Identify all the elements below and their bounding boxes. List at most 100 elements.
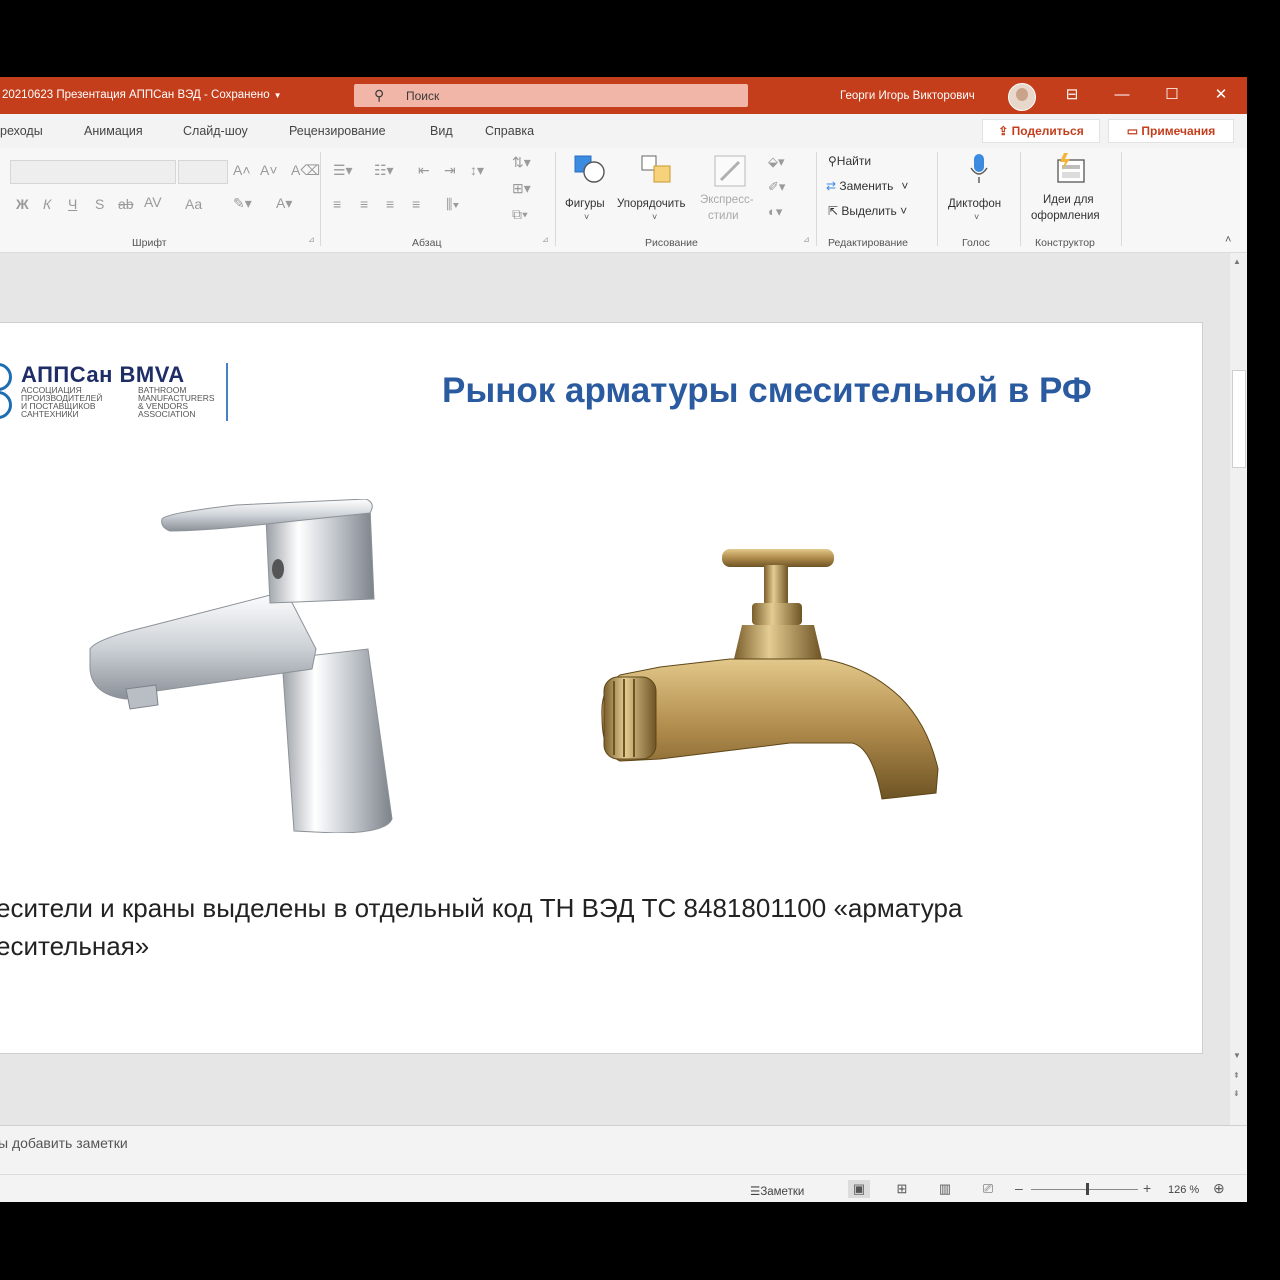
minimize-icon[interactable]: — [1110, 85, 1134, 105]
chevron-down-icon[interactable]: ˅ [974, 212, 979, 222]
previous-slide-icon[interactable]: ⇞ [1233, 1071, 1240, 1080]
notes-pane[interactable]: ы добавить заметки [0, 1125, 1247, 1175]
tab-animations[interactable]: Анимация [84, 124, 143, 138]
smartart-icon[interactable]: ⧉▾ [512, 206, 528, 223]
body-line: есители и краны выделены в отдельный код… [0, 893, 963, 923]
tab-view[interactable]: Вид [430, 124, 453, 138]
replace-button[interactable]: ⇄ Заменить ˅ [826, 179, 908, 193]
shape-effects-icon[interactable]: ◐▾ [768, 204, 782, 220]
scrollbar-thumb[interactable] [1232, 370, 1246, 468]
zoom-in-icon[interactable]: + [1143, 1180, 1151, 1196]
user-name[interactable]: Георги Игорь Викторович [840, 90, 975, 102]
slide-title[interactable]: Рынок арматуры смесительной в РФ [442, 371, 1092, 411]
columns-icon[interactable]: ⫼▾ [446, 196, 459, 213]
character-spacing-button[interactable]: AV [144, 194, 162, 210]
change-case-button[interactable]: Aa [185, 196, 202, 212]
tab-help[interactable]: Справка [485, 124, 534, 138]
collapse-ribbon-icon[interactable]: ˄ [1225, 234, 1231, 246]
shrink-font-icon[interactable]: A˅ [260, 162, 278, 178]
replace-label: Заменить [839, 179, 894, 193]
group-separator [816, 152, 817, 246]
slide-body-text[interactable]: есители и краны выделены в отдельный код… [0, 889, 1176, 965]
text-direction-icon[interactable]: ⇅▾ [512, 154, 531, 171]
share-button[interactable]: ⇪ Поделиться [982, 119, 1100, 143]
arrange-icon[interactable] [640, 154, 674, 186]
logo-mark [0, 363, 12, 391]
reading-view-icon[interactable]: ▥ [934, 1180, 956, 1198]
design-ideas-label-line2[interactable]: оформления [1031, 210, 1100, 222]
scroll-up-icon[interactable]: ▲ [1233, 257, 1241, 266]
ribbon-display-options-icon[interactable]: ⊟ [1060, 85, 1084, 105]
decrease-indent-icon[interactable]: ⇤ [418, 162, 430, 179]
strikethrough-button[interactable]: ab [118, 196, 134, 212]
highlight-icon[interactable]: ✎▾ [233, 195, 252, 212]
shadow-button[interactable]: S [95, 196, 104, 212]
next-slide-icon[interactable]: ⇟ [1233, 1089, 1240, 1098]
shape-outline-icon[interactable]: ✐▾ [768, 179, 785, 195]
zoom-out-icon[interactable]: – [1015, 1180, 1023, 1196]
vertical-scrollbar[interactable]: ▲ ▼ ⇞ ⇟ [1230, 253, 1247, 1125]
grow-font-icon[interactable]: A˄ [233, 162, 251, 178]
tab-slideshow[interactable]: Слайд-шоу [183, 124, 248, 138]
align-text-icon[interactable]: ⊞▾ [512, 180, 531, 197]
chevron-down-icon[interactable]: ˅ [584, 212, 589, 222]
zoom-slider[interactable] [1031, 1189, 1138, 1190]
dialog-launcher-icon[interactable]: ⊿ [542, 235, 549, 244]
arrange-label[interactable]: Упорядочить [617, 198, 685, 210]
select-button[interactable]: ⇱ Выделить ˅ [828, 204, 907, 218]
document-title[interactable]: 20210623 Презентация АППСан ВЭД - Сохран… [2, 89, 282, 101]
justify-icon[interactable]: ≡ [412, 196, 420, 212]
notes-toggle-button[interactable]: ☰Заметки [750, 1184, 804, 1198]
fit-to-window-icon[interactable]: ⊕ [1213, 1180, 1225, 1197]
maximize-icon[interactable]: ☐ [1160, 85, 1184, 105]
group-separator [1020, 152, 1021, 246]
zoom-slider-thumb[interactable] [1085, 1183, 1089, 1195]
dialog-launcher-icon[interactable]: ⊿ [803, 235, 810, 244]
bold-button[interactable]: Ж [16, 196, 29, 212]
italic-button[interactable]: К [43, 196, 51, 212]
increase-indent-icon[interactable]: ⇥ [444, 162, 456, 179]
shapes-icon[interactable] [572, 154, 608, 186]
mixer-faucet-image[interactable] [86, 499, 396, 833]
group-label-editing: Редактирование [828, 237, 908, 249]
line-spacing-icon[interactable]: ↕▾ [470, 162, 484, 179]
brass-tap-image[interactable] [600, 547, 940, 801]
design-ideas-icon[interactable] [1054, 152, 1088, 186]
font-name-combo[interactable] [10, 160, 176, 184]
body-line: есительная» [0, 931, 150, 961]
dictate-label[interactable]: Диктофон [948, 198, 1001, 210]
comments-button[interactable]: ▭ Примечания [1108, 119, 1234, 143]
tab-review[interactable]: Рецензирование [289, 124, 386, 138]
align-right-icon[interactable]: ≡ [386, 196, 394, 212]
underline-button[interactable]: Ч [68, 196, 77, 212]
tab-transitions[interactable]: реходы [0, 124, 43, 138]
close-icon[interactable]: ✕ [1209, 85, 1233, 105]
avatar[interactable] [1008, 83, 1036, 111]
find-button[interactable]: ⚲Найти [828, 154, 871, 168]
align-center-icon[interactable]: ≡ [360, 196, 368, 212]
chevron-down-icon[interactable]: ˅ [652, 212, 657, 222]
search-box[interactable]: ⚲ Поиск [354, 84, 748, 107]
comments-label: Примечания [1141, 124, 1216, 138]
font-size-combo[interactable] [178, 160, 228, 184]
logo-caption-en: association [138, 409, 196, 419]
search-placeholder: Поиск [406, 89, 440, 103]
clear-formatting-icon[interactable]: A⌫ [291, 162, 320, 179]
microphone-icon[interactable] [968, 152, 990, 186]
scroll-down-icon[interactable]: ▼ [1233, 1051, 1241, 1060]
shape-fill-icon[interactable]: ⬙▾ [768, 154, 785, 170]
align-left-icon[interactable]: ≡ [333, 196, 341, 212]
shapes-label[interactable]: Фигуры [565, 198, 605, 210]
font-color-icon[interactable]: A▾ [276, 195, 292, 212]
slideshow-icon[interactable]: ⎚ [977, 1180, 999, 1198]
logo-mark [0, 391, 12, 419]
bullets-icon[interactable]: ☰▾ [333, 162, 353, 179]
chevron-down-icon[interactable]: ▼ [274, 91, 282, 100]
dialog-launcher-icon[interactable]: ⊿ [308, 235, 315, 244]
slide-sorter-icon[interactable]: ⊞ [891, 1180, 913, 1198]
slide-canvas[interactable]: АППСан BMVA Ассоциация производителей и … [0, 322, 1203, 1054]
normal-view-icon[interactable]: ▣ [848, 1180, 870, 1198]
numbering-icon[interactable]: ☷▾ [374, 162, 394, 179]
zoom-level[interactable]: 126 % [1168, 1184, 1199, 1196]
design-ideas-label-line1[interactable]: Идеи для [1043, 194, 1094, 206]
